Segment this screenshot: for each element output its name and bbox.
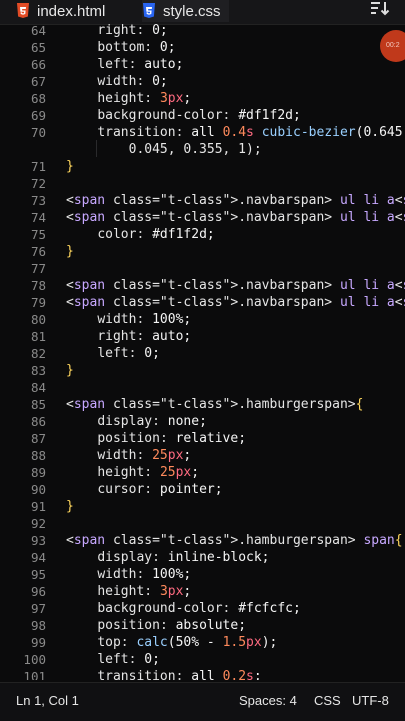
line-number: 66 — [30, 57, 46, 72]
line-number: 92 — [30, 516, 46, 531]
code-text: <span class="t-class">.hamburgerspan> sp… — [66, 533, 403, 548]
code-text: display: none; — [97, 414, 207, 429]
line-number: 70 — [30, 125, 46, 140]
code-text: transition: all 0.2s; — [97, 669, 262, 680]
code-text: <span class="t-class">.navbarspan> ul li… — [66, 210, 405, 225]
code-text: top: calc(50% - 1.5px); — [97, 635, 278, 650]
line-number: 100 — [23, 652, 46, 667]
status-bar: Ln 1, Col 1 Spaces: 4 CSS UTF-8 — [0, 682, 405, 721]
code-text: height: 3px; — [97, 91, 192, 106]
code-text: } — [66, 363, 74, 378]
line-number: 72 — [30, 176, 46, 191]
code-text: left: 0; — [97, 652, 160, 667]
code-text: bottom: 0; — [97, 40, 176, 55]
line-number: 76 — [30, 244, 46, 259]
line-number: 64 — [30, 23, 46, 38]
file-encoding[interactable]: UTF-8 — [352, 693, 389, 708]
line-number: 80 — [30, 312, 46, 327]
code-text: position: absolute; — [97, 618, 247, 633]
code-text: } — [66, 159, 74, 174]
line-number: 85 — [30, 397, 46, 412]
code-text: 0.045, 0.355, 1); — [66, 142, 262, 157]
code-text: left: 0; — [97, 346, 160, 361]
line-number: 88 — [30, 448, 46, 463]
indentation-setting[interactable]: Spaces: 4 — [239, 693, 297, 708]
tab-label: index.html — [37, 2, 106, 20]
html5-icon — [16, 3, 30, 19]
code-text: width: 25px; — [97, 448, 192, 463]
code-text: display: inline-block; — [97, 550, 270, 565]
code-text: background-color: #fcfcfc; — [97, 601, 301, 616]
code-text: cursor: pointer; — [97, 482, 223, 497]
line-number: 95 — [30, 567, 46, 582]
css3-icon — [142, 3, 156, 19]
line-number: 94 — [30, 550, 46, 565]
code-text: left: auto; — [97, 57, 184, 72]
line-number: 89 — [30, 465, 46, 480]
line-number: 101 — [23, 669, 46, 680]
line-number: 71 — [30, 159, 46, 174]
sort-lines-icon[interactable] — [369, 0, 391, 18]
code-text: width: 0; — [97, 74, 168, 89]
code-text: <span class="t-class">.navbarspan> ul li… — [66, 278, 405, 293]
line-number: 68 — [30, 91, 46, 106]
line-number: 97 — [30, 601, 46, 616]
line-number: 67 — [30, 74, 46, 89]
line-number: 98 — [30, 618, 46, 633]
line-number: 96 — [30, 584, 46, 599]
code-text: right: auto; — [97, 329, 192, 344]
code-text: width: 100%; — [97, 567, 192, 582]
code-text: height: 25px; — [97, 465, 200, 480]
code-text: position: relative; — [97, 431, 247, 446]
line-number: 74 — [30, 210, 46, 225]
language-mode[interactable]: CSS — [314, 693, 341, 708]
code-editor[interactable]: 64 right: 0; 65 bottom: 0; 66 left: auto; 6… — [0, 22, 405, 680]
tab-style-css[interactable]: style.css — [142, 0, 229, 22]
code-text: background-color: #df1f2d; — [97, 108, 301, 123]
code-text: transition: all 0.4s cubic-bezier(0.645, — [97, 125, 405, 140]
code-text: } — [66, 244, 74, 259]
line-number: 79 — [30, 295, 46, 310]
line-number: 87 — [30, 431, 46, 446]
line-number: 69 — [30, 108, 46, 123]
code-text: width: 100%; — [97, 312, 192, 327]
line-number: 90 — [30, 482, 46, 497]
cursor-position[interactable]: Ln 1, Col 1 — [16, 693, 79, 708]
line-number: 78 — [30, 278, 46, 293]
line-number: 86 — [30, 414, 46, 429]
line-number: 99 — [30, 635, 46, 650]
tab-label: style.css — [163, 2, 221, 20]
line-number: 73 — [30, 193, 46, 208]
code-text: color: #df1f2d; — [97, 227, 215, 242]
line-number: 77 — [30, 261, 46, 276]
line-number: 75 — [30, 227, 46, 242]
code-text: right: 0; — [97, 23, 168, 38]
code-text: <span class="t-class">.navbarspan> ul li… — [66, 295, 405, 310]
line-number: 91 — [30, 499, 46, 514]
tab-index-html[interactable]: index.html — [16, 0, 105, 22]
line-number: 83 — [30, 363, 46, 378]
code-text: } — [66, 499, 74, 514]
code-text: <span class="t-class">.hamburgerspan>{ — [66, 397, 364, 412]
line-number: 65 — [30, 40, 46, 55]
code-text: height: 3px; — [97, 584, 192, 599]
line-number: 81 — [30, 329, 46, 344]
code-text: <span class="t-class">.navbarspan> ul li… — [66, 193, 405, 208]
line-number: 84 — [30, 380, 46, 395]
line-number: 93 — [30, 533, 46, 548]
line-number: 82 — [30, 346, 46, 361]
